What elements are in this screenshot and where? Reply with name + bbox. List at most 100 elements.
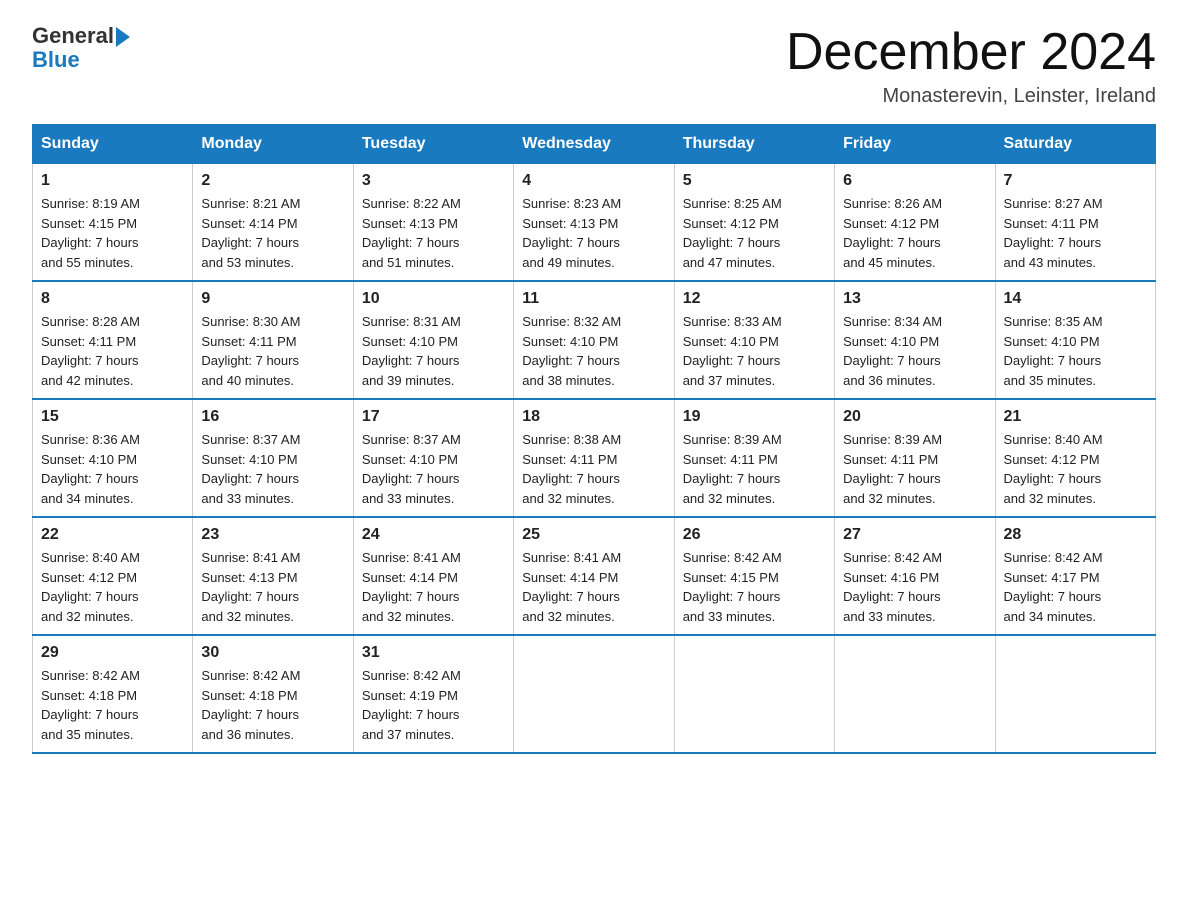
calendar-cell: 9 Sunrise: 8:30 AM Sunset: 4:11 PM Daylig…: [193, 281, 353, 399]
day-number: 30: [201, 644, 344, 662]
logo-arrow-icon: [116, 27, 130, 47]
calendar-cell: 3 Sunrise: 8:22 AM Sunset: 4:13 PM Daylig…: [353, 164, 513, 282]
calendar-cell: 24Sunrise: 8:41 AM Sunset: 4:14 PM Dayli…: [353, 517, 513, 635]
day-number: 16: [201, 408, 344, 426]
day-info: Sunrise: 8:37 AM Sunset: 4:10 PM Dayligh…: [362, 430, 505, 508]
day-info: Sunrise: 8:30 AM Sunset: 4:11 PM Dayligh…: [201, 312, 344, 390]
calendar-cell: 8 Sunrise: 8:28 AM Sunset: 4:11 PM Daylig…: [33, 281, 193, 399]
calendar-cell: [514, 635, 674, 753]
calendar-cell: 10Sunrise: 8:31 AM Sunset: 4:10 PM Dayli…: [353, 281, 513, 399]
day-number: 18: [522, 408, 665, 426]
day-number: 8: [41, 290, 184, 308]
calendar-cell: 18 Sunrise: 8:38 AM Sunset: 4:11 PM Dayli…: [514, 399, 674, 517]
calendar-cell: 5 Sunrise: 8:25 AM Sunset: 4:12 PM Daylig…: [674, 164, 834, 282]
calendar-cell: 1 Sunrise: 8:19 AM Sunset: 4:15 PM Daylig…: [33, 164, 193, 282]
day-number: 28: [1004, 526, 1147, 544]
day-number: 26: [683, 526, 826, 544]
day-number: 21: [1004, 408, 1147, 426]
calendar-week-row: 22 Sunrise: 8:40 AM Sunset: 4:12 PM Dayli…: [33, 517, 1156, 635]
calendar-cell: 25Sunrise: 8:41 AM Sunset: 4:14 PM Dayli…: [514, 517, 674, 635]
day-info: Sunrise: 8:38 AM Sunset: 4:11 PM Dayligh…: [522, 430, 665, 508]
calendar-header-monday: Monday: [193, 125, 353, 164]
day-info: Sunrise: 8:39 AM Sunset: 4:11 PM Dayligh…: [683, 430, 826, 508]
calendar-cell: 6Sunrise: 8:26 AM Sunset: 4:12 PM Daylig…: [835, 164, 995, 282]
day-number: 3: [362, 172, 505, 190]
day-info: Sunrise: 8:22 AM Sunset: 4:13 PM Dayligh…: [362, 194, 505, 272]
day-number: 2: [201, 172, 344, 190]
day-info: Sunrise: 8:41 AM Sunset: 4:14 PM Dayligh…: [522, 548, 665, 626]
day-info: Sunrise: 8:25 AM Sunset: 4:12 PM Dayligh…: [683, 194, 826, 272]
day-info: Sunrise: 8:37 AM Sunset: 4:10 PM Dayligh…: [201, 430, 344, 508]
day-number: 19: [683, 408, 826, 426]
day-number: 4: [522, 172, 665, 190]
calendar-header-thursday: Thursday: [674, 125, 834, 164]
day-info: Sunrise: 8:19 AM Sunset: 4:15 PM Dayligh…: [41, 194, 184, 272]
title-block: December 2024 Monasterevin, Leinster, Ir…: [786, 24, 1156, 108]
calendar-week-row: 29 Sunrise: 8:42 AM Sunset: 4:18 PM Dayli…: [33, 635, 1156, 753]
calendar-cell: 27 Sunrise: 8:42 AM Sunset: 4:16 PM Dayli…: [835, 517, 995, 635]
calendar-header-friday: Friday: [835, 125, 995, 164]
day-info: Sunrise: 8:42 AM Sunset: 4:15 PM Dayligh…: [683, 548, 826, 626]
day-info: Sunrise: 8:41 AM Sunset: 4:13 PM Dayligh…: [201, 548, 344, 626]
logo: General Blue: [32, 24, 130, 72]
location-subtitle: Monasterevin, Leinster, Ireland: [786, 85, 1156, 108]
calendar-cell: 14 Sunrise: 8:35 AM Sunset: 4:10 PM Dayli…: [995, 281, 1155, 399]
calendar-week-row: 8 Sunrise: 8:28 AM Sunset: 4:11 PM Daylig…: [33, 281, 1156, 399]
calendar-header-wednesday: Wednesday: [514, 125, 674, 164]
day-number: 1: [41, 172, 184, 190]
day-info: Sunrise: 8:33 AM Sunset: 4:10 PM Dayligh…: [683, 312, 826, 390]
calendar-cell: 23 Sunrise: 8:41 AM Sunset: 4:13 PM Dayli…: [193, 517, 353, 635]
calendar-cell: 16 Sunrise: 8:37 AM Sunset: 4:10 PM Dayli…: [193, 399, 353, 517]
calendar-cell: 17 Sunrise: 8:37 AM Sunset: 4:10 PM Dayli…: [353, 399, 513, 517]
calendar-cell: 31Sunrise: 8:42 AM Sunset: 4:19 PM Dayli…: [353, 635, 513, 753]
logo-general: General: [32, 24, 114, 48]
calendar-cell: 26 Sunrise: 8:42 AM Sunset: 4:15 PM Dayli…: [674, 517, 834, 635]
day-number: 29: [41, 644, 184, 662]
day-info: Sunrise: 8:34 AM Sunset: 4:10 PM Dayligh…: [843, 312, 986, 390]
day-number: 11: [522, 290, 665, 308]
day-number: 22: [41, 526, 184, 544]
day-number: 5: [683, 172, 826, 190]
calendar-cell: 22 Sunrise: 8:40 AM Sunset: 4:12 PM Dayli…: [33, 517, 193, 635]
calendar-cell: 15Sunrise: 8:36 AM Sunset: 4:10 PM Dayli…: [33, 399, 193, 517]
day-number: 23: [201, 526, 344, 544]
day-number: 14: [1004, 290, 1147, 308]
day-info: Sunrise: 8:42 AM Sunset: 4:18 PM Dayligh…: [201, 666, 344, 744]
calendar-cell: 21 Sunrise: 8:40 AM Sunset: 4:12 PM Dayli…: [995, 399, 1155, 517]
day-info: Sunrise: 8:42 AM Sunset: 4:16 PM Dayligh…: [843, 548, 986, 626]
month-title: December 2024: [786, 24, 1156, 81]
calendar-cell: [674, 635, 834, 753]
calendar-cell: 30 Sunrise: 8:42 AM Sunset: 4:18 PM Dayli…: [193, 635, 353, 753]
calendar-header-sunday: Sunday: [33, 125, 193, 164]
day-info: Sunrise: 8:23 AM Sunset: 4:13 PM Dayligh…: [522, 194, 665, 272]
day-number: 20: [843, 408, 986, 426]
calendar-cell: 4 Sunrise: 8:23 AM Sunset: 4:13 PM Daylig…: [514, 164, 674, 282]
calendar-cell: 28Sunrise: 8:42 AM Sunset: 4:17 PM Dayli…: [995, 517, 1155, 635]
day-info: Sunrise: 8:42 AM Sunset: 4:18 PM Dayligh…: [41, 666, 184, 744]
calendar-cell: 2 Sunrise: 8:21 AM Sunset: 4:14 PM Daylig…: [193, 164, 353, 282]
calendar-header-row: SundayMondayTuesdayWednesdayThursdayFrid…: [33, 125, 1156, 164]
calendar-cell: 12 Sunrise: 8:33 AM Sunset: 4:10 PM Dayli…: [674, 281, 834, 399]
day-number: 27: [843, 526, 986, 544]
day-info: Sunrise: 8:26 AM Sunset: 4:12 PM Dayligh…: [843, 194, 986, 272]
day-number: 24: [362, 526, 505, 544]
day-info: Sunrise: 8:36 AM Sunset: 4:10 PM Dayligh…: [41, 430, 184, 508]
day-info: Sunrise: 8:21 AM Sunset: 4:14 PM Dayligh…: [201, 194, 344, 272]
day-number: 17: [362, 408, 505, 426]
logo-blue: Blue: [32, 48, 130, 72]
day-info: Sunrise: 8:40 AM Sunset: 4:12 PM Dayligh…: [41, 548, 184, 626]
calendar-cell: 19 Sunrise: 8:39 AM Sunset: 4:11 PM Dayli…: [674, 399, 834, 517]
calendar-header-tuesday: Tuesday: [353, 125, 513, 164]
day-info: Sunrise: 8:39 AM Sunset: 4:11 PM Dayligh…: [843, 430, 986, 508]
day-info: Sunrise: 8:28 AM Sunset: 4:11 PM Dayligh…: [41, 312, 184, 390]
day-number: 9: [201, 290, 344, 308]
calendar-cell: [995, 635, 1155, 753]
day-info: Sunrise: 8:40 AM Sunset: 4:12 PM Dayligh…: [1004, 430, 1147, 508]
page-header: General Blue December 2024 Monasterevin,…: [32, 24, 1156, 108]
day-number: 12: [683, 290, 826, 308]
day-info: Sunrise: 8:35 AM Sunset: 4:10 PM Dayligh…: [1004, 312, 1147, 390]
day-number: 13: [843, 290, 986, 308]
day-info: Sunrise: 8:42 AM Sunset: 4:19 PM Dayligh…: [362, 666, 505, 744]
calendar-cell: 20 Sunrise: 8:39 AM Sunset: 4:11 PM Dayli…: [835, 399, 995, 517]
day-info: Sunrise: 8:27 AM Sunset: 4:11 PM Dayligh…: [1004, 194, 1147, 272]
